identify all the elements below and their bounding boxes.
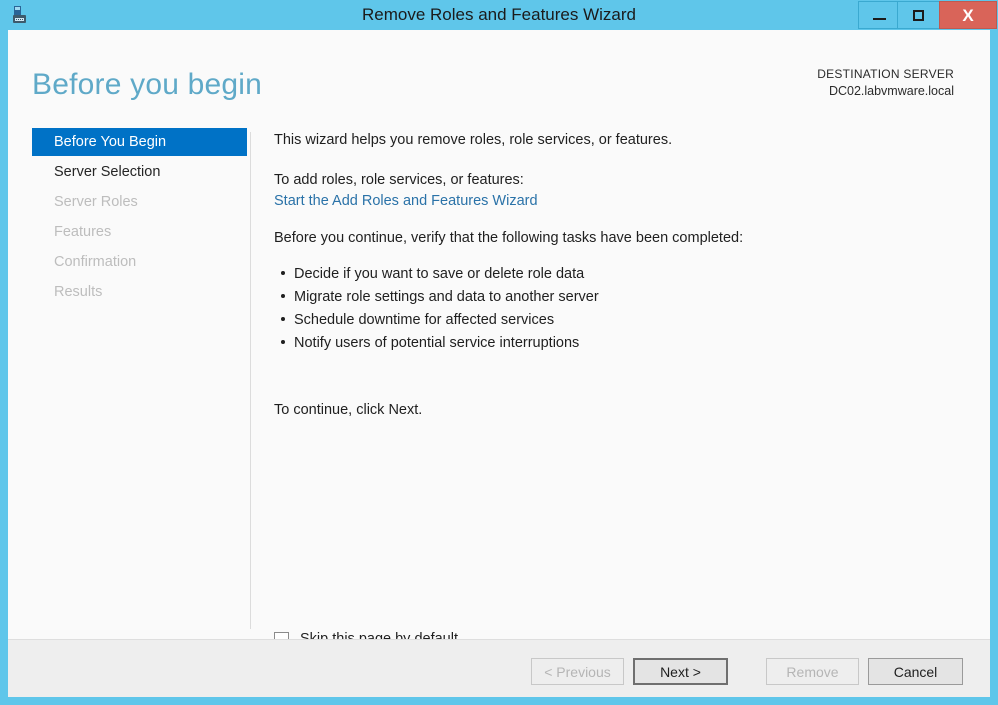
bullet-icon (281, 340, 285, 344)
sidebar-divider (250, 132, 251, 629)
destination-server-block: DESTINATION SERVER DC02.labvmware.local (817, 66, 954, 100)
close-button[interactable]: X (939, 1, 997, 29)
wizard-footer: < Previous Next > Remove Cancel (8, 639, 990, 697)
next-button[interactable]: Next > (633, 658, 728, 685)
task-list: Decide if you want to save or delete rol… (274, 263, 599, 355)
title-bar[interactable]: Remove Roles and Features Wizard X (0, 0, 998, 30)
page-title: Before you begin (32, 68, 263, 101)
bullet-icon (281, 317, 285, 321)
list-item: Decide if you want to save or delete rol… (274, 263, 599, 286)
to-add-text: To add roles, role services, or features… (274, 172, 524, 188)
sidebar-item-confirmation: Confirmation (54, 254, 137, 270)
wizard-client-area: Before you begin DESTINATION SERVER DC02… (8, 30, 990, 697)
remove-button: Remove (766, 658, 859, 685)
destination-server-value: DC02.labvmware.local (828, 84, 954, 98)
previous-button: < Previous (531, 658, 624, 685)
task-label: Schedule downtime for affected services (294, 312, 555, 328)
sidebar-item-server-selection[interactable]: Server Selection (32, 158, 247, 186)
task-label: Migrate role settings and data to anothe… (294, 289, 599, 305)
list-item: Notify users of potential service interr… (274, 332, 599, 355)
start-add-roles-wizard-link[interactable]: Start the Add Roles and Features Wizard (274, 193, 538, 209)
sidebar-item-features: Features (54, 224, 112, 240)
close-icon: X (962, 5, 974, 25)
maximize-icon (913, 9, 924, 21)
continue-text: To continue, click Next. (274, 402, 423, 418)
sidebar-item-results: Results (54, 284, 103, 300)
minimize-button[interactable] (858, 1, 901, 29)
sidebar-item-server-roles: Server Roles (54, 194, 138, 210)
verify-text: Before you continue, verify that the fol… (274, 230, 744, 246)
destination-server-label: DESTINATION SERVER (817, 67, 954, 81)
minimize-icon (873, 18, 886, 20)
bullet-icon (281, 271, 285, 275)
intro-text: This wizard helps you remove roles, role… (274, 132, 673, 148)
list-item: Migrate role settings and data to anothe… (274, 286, 599, 309)
wizard-window: Remove Roles and Features Wizard X Befor… (0, 0, 998, 705)
task-label: Notify users of potential service interr… (294, 335, 580, 351)
cancel-button[interactable]: Cancel (868, 658, 963, 685)
maximize-button[interactable] (897, 1, 940, 29)
bullet-icon (281, 294, 285, 298)
wizard-navigation: Before You Begin Server Selection Server… (8, 128, 250, 631)
window-title: Remove Roles and Features Wizard (361, 5, 636, 24)
sidebar-item-before-you-begin[interactable]: Before You Begin (32, 128, 247, 156)
task-label: Decide if you want to save or delete rol… (294, 266, 585, 282)
list-item: Schedule downtime for affected services (274, 309, 599, 332)
